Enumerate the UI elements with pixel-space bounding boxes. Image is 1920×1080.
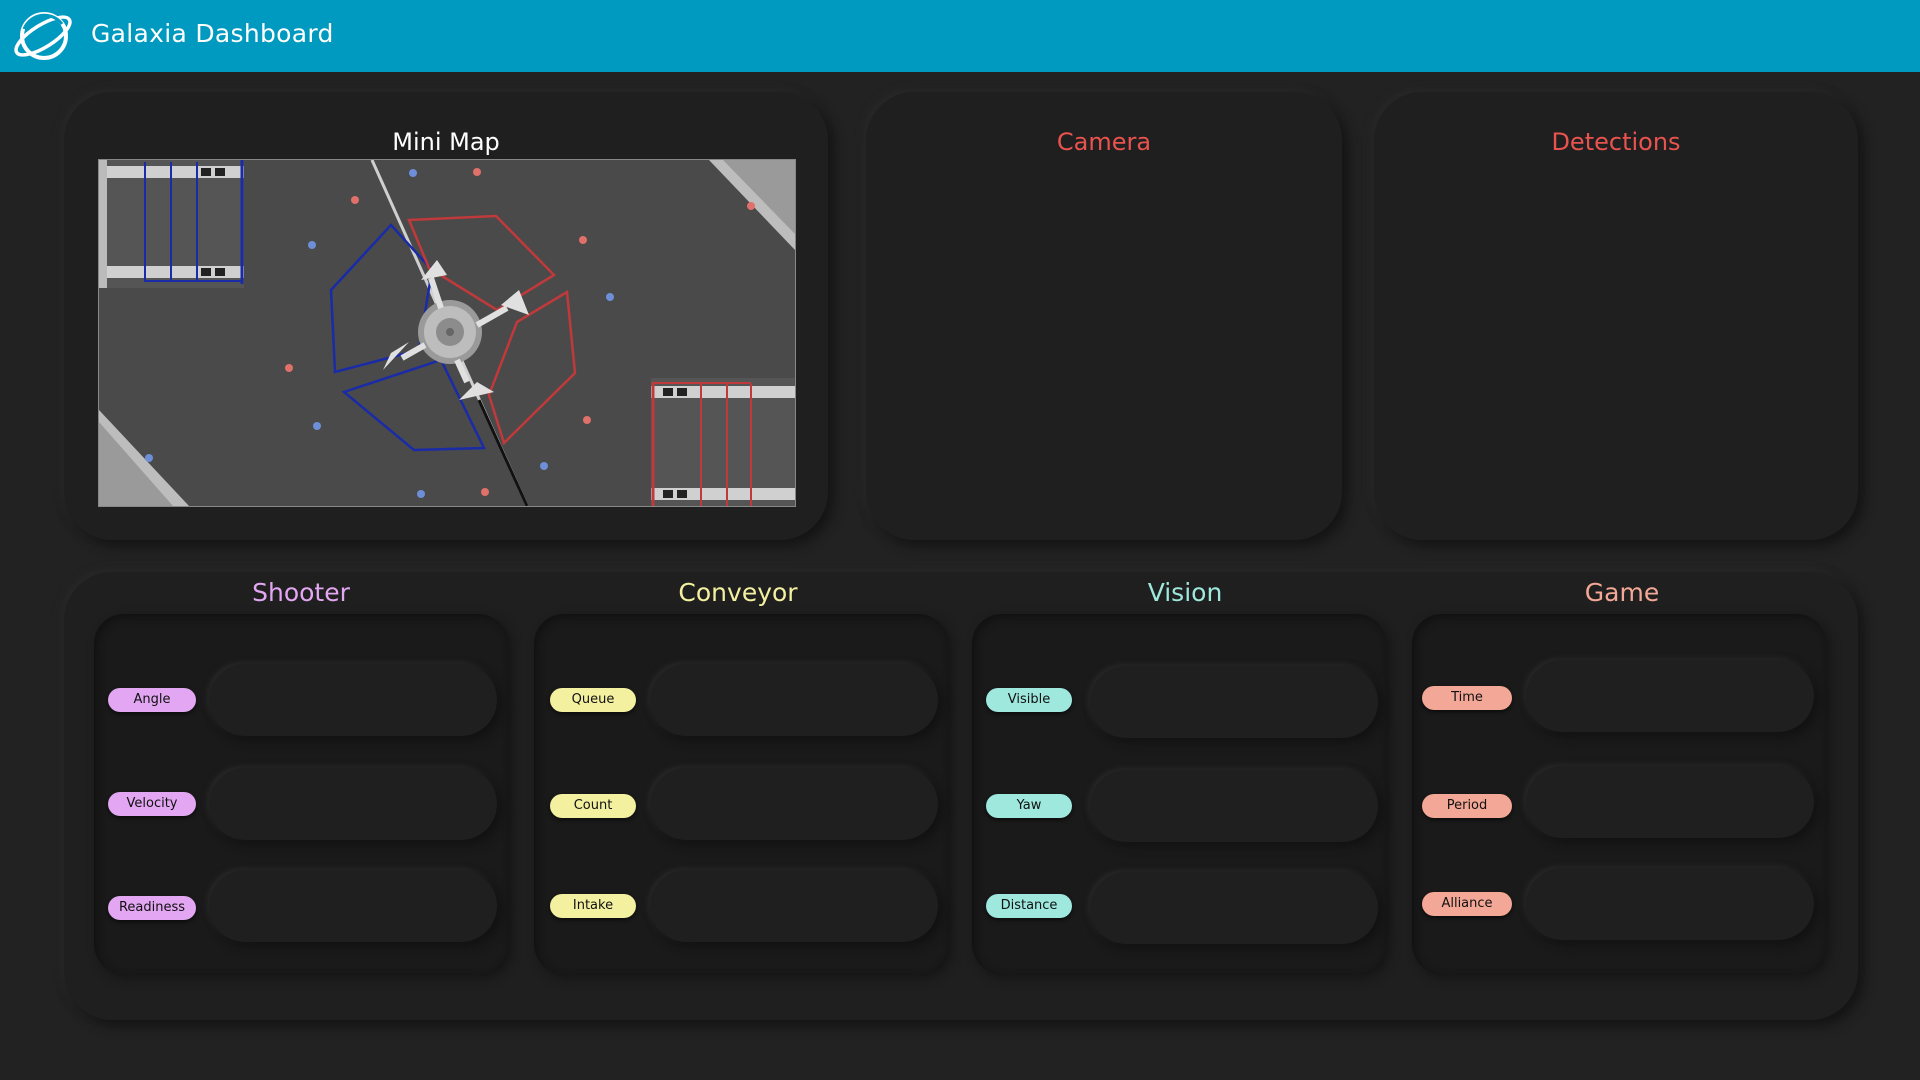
camera-title: Camera: [1056, 128, 1152, 156]
distance-value: [1090, 872, 1378, 944]
readiness-label: Readiness: [108, 896, 196, 920]
telemetry-card: Shooter Angle Velocity Readiness Conveyo…: [64, 572, 1858, 1020]
vision-panel: Visible Yaw Distance: [972, 614, 1386, 974]
red-station: [651, 378, 795, 506]
detections-title: Detections: [1551, 128, 1681, 156]
detections-card: Detections: [1374, 92, 1858, 540]
period-value: [1526, 766, 1814, 838]
velocity-value: [209, 768, 497, 840]
distance-label: Distance: [986, 894, 1072, 918]
shooter-title: Shooter: [252, 578, 350, 607]
shooter-panel: Angle Velocity Readiness: [94, 614, 508, 974]
readiness-value: [209, 870, 497, 942]
intake-value: [650, 870, 938, 942]
app-title: Galaxia Dashboard: [91, 19, 334, 48]
minimap-card: Mini Map: [64, 92, 828, 540]
count-label: Count: [550, 794, 636, 818]
field-map-image: [99, 160, 795, 506]
visible-value: [1090, 666, 1378, 738]
yaw-value: [1090, 770, 1378, 842]
time-label: Time: [1422, 686, 1512, 710]
angle-value: [209, 664, 497, 736]
minimap-field[interactable]: [98, 159, 796, 507]
vision-title: Vision: [1147, 578, 1223, 607]
count-value: [650, 768, 938, 840]
yaw-label: Yaw: [986, 794, 1072, 818]
blue-station: [99, 160, 244, 288]
alliance-label: Alliance: [1422, 892, 1512, 916]
angle-label: Angle: [108, 688, 196, 712]
period-label: Period: [1422, 794, 1512, 818]
planet-ring-logo-icon: [14, 12, 72, 60]
queue-label: Queue: [550, 688, 636, 712]
conveyor-title: Conveyor: [678, 578, 798, 607]
velocity-label: Velocity: [108, 792, 196, 816]
camera-card: Camera: [866, 92, 1342, 540]
intake-label: Intake: [550, 894, 636, 918]
visible-label: Visible: [986, 688, 1072, 712]
alliance-value: [1526, 868, 1814, 940]
time-value: [1526, 660, 1814, 732]
game-title: Game: [1584, 578, 1660, 607]
queue-value: [650, 664, 938, 736]
conveyor-panel: Queue Count Intake: [534, 614, 948, 974]
top-bar: Galaxia Dashboard: [0, 0, 1920, 72]
game-panel: Time Period Alliance: [1412, 614, 1826, 974]
minimap-title: Mini Map: [392, 128, 500, 156]
